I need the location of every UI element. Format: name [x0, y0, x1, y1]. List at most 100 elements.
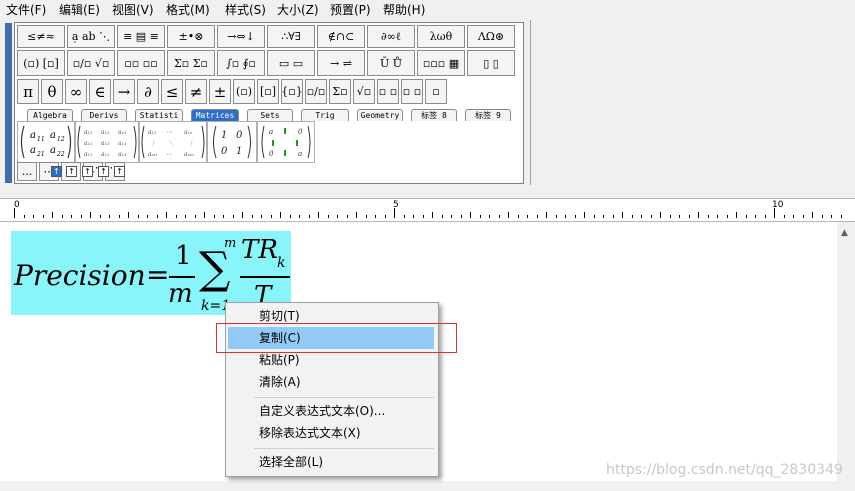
palette-sets-button[interactable]: ∉∩⊂ — [317, 25, 365, 48]
palette-products-button[interactable]: Ū Ů — [367, 50, 415, 76]
ruler-tick — [517, 215, 519, 218]
palette-operators-button[interactable]: ±•⊗ — [167, 25, 215, 48]
palette-relations-button[interactable]: ≤≠≈ — [17, 25, 65, 48]
ruler-tick — [156, 215, 158, 218]
svg-text:a: a — [50, 145, 56, 156]
template-diagonal-matrix[interactable]: a 0 0 a — [257, 121, 315, 163]
palette-arrow-button[interactable]: → — [113, 79, 135, 104]
tab-derivs[interactable]: Derivs — [81, 109, 127, 121]
palette-boxes-button[interactable]: ▯ ▯ — [467, 50, 515, 76]
scroll-up-icon[interactable]: ▲ — [841, 228, 848, 238]
menu-help[interactable]: 帮助(H) — [383, 3, 425, 17]
ruler-tick — [698, 212, 699, 218]
tab-label-9[interactable]: 标签 9 — [465, 109, 511, 121]
align-up-double-icon[interactable]: ↑ — [98, 166, 109, 177]
ruler-tick — [717, 215, 718, 218]
palette-fraction-button[interactable]: ▫/▫ — [305, 79, 327, 104]
palette-fences-button[interactable]: (▫) [▫] — [17, 50, 65, 76]
menu-preferences[interactable]: 预置(P) — [330, 3, 371, 17]
palette-brackets-button[interactable]: [▫] — [257, 79, 279, 104]
palette-subscript-button[interactable]: ▫ ▫ — [377, 79, 399, 104]
palette-braces-button[interactable]: {▫} — [281, 79, 303, 104]
svg-text:0: 0 — [298, 128, 303, 136]
palette-ellipsis-button[interactable]: ... — [17, 162, 37, 181]
formula-lhs: Precision — [14, 259, 146, 292]
template-identity-matrix[interactable]: 10 01 — [207, 121, 257, 163]
menu-item-remove-expression-text[interactable]: 移除表达式文本(X) — [226, 422, 438, 444]
palette-embellishments-button[interactable]: ≡ ▤ ≡ — [117, 25, 165, 48]
menu-item-clear[interactable]: 清除(A) — [226, 371, 438, 393]
palette-greek-upper-button[interactable]: ΛΩ⊛ — [467, 25, 515, 48]
palette-logic-button[interactable]: ∴∀∃ — [267, 25, 315, 48]
template-matrix-mxn[interactable]: a₁₁ ⋯ a₁ₙ ⋮ ⋱ ⋮ aₘ₁ ⋯ aₘₙ — [139, 121, 207, 163]
menu-view[interactable]: 视图(V) — [112, 3, 154, 17]
palette-integrals-button[interactable]: ∫▫ ∮▫ — [217, 50, 265, 76]
menu-item-select-all[interactable]: 选择全部(L) — [226, 451, 438, 473]
horizontal-scrollbar[interactable] — [0, 481, 855, 491]
tab-matrices[interactable]: Matrices — [191, 109, 239, 121]
palette-theta-button[interactable]: θ — [41, 79, 63, 104]
menu-size[interactable]: 大小(Z) — [277, 3, 319, 17]
palette-sum-button[interactable]: Σ▫ — [329, 79, 351, 104]
palette-misc-button[interactable]: ∂∞ℓ — [367, 25, 415, 48]
menu-style[interactable]: 样式(S) — [225, 3, 266, 17]
palette-superscript-button[interactable]: ▫ ▫ — [401, 79, 423, 104]
palette-spaces-button[interactable]: ạ ab ⋱ — [67, 25, 115, 48]
diagonal-matrix-icon: a 0 0 a — [261, 125, 311, 159]
palette-scripts-button[interactable]: ▫▫ ▫▫ — [117, 50, 165, 76]
palette-arrows-button[interactable]: →⇔↓ — [217, 25, 265, 48]
palette-element-of-button[interactable]: ∈ — [89, 79, 111, 104]
ruler-tick — [346, 215, 348, 218]
tab-sets[interactable]: Sets — [247, 109, 293, 121]
svg-text:a: a — [50, 130, 56, 141]
ruler-tick — [71, 215, 72, 218]
template-matrix-2x2[interactable]: a 11 a 12 a 21 a 22 — [17, 121, 75, 163]
palette-grip[interactable] — [0, 20, 14, 185]
vertical-scrollbar[interactable]: ▲ — [837, 222, 855, 481]
formula-equals: = — [146, 258, 170, 291]
ruler-tick — [793, 215, 794, 218]
palette-plusminus-button[interactable]: ± — [209, 79, 231, 104]
align-up-box-icon[interactable]: ↑ — [66, 166, 77, 177]
palette-parens-button[interactable]: (▫) — [233, 79, 255, 104]
palette-neq-button[interactable]: ≠ — [185, 79, 207, 104]
formula-frac-denominator: m — [168, 279, 193, 309]
ruler-tick — [118, 215, 120, 218]
tab-trig[interactable]: Trig — [301, 109, 349, 121]
palette-infinity-button[interactable]: ∞ — [65, 79, 87, 104]
palette-greek-lower-button[interactable]: λωθ — [417, 25, 465, 48]
align-up-base-icon[interactable]: ↑ — [114, 166, 125, 177]
palette-partial-button[interactable]: ∂ — [137, 79, 159, 104]
template-matrix-3x3[interactable]: a₁₁ a₁₂ a₁₃ a₁₁ a₁₂ a₁₃ a₁₁ a₁₂ a₁₃ — [75, 121, 139, 163]
palette-bars-button[interactable]: ▭ ▭ — [267, 50, 315, 76]
svg-text:a₁₃: a₁₃ — [118, 151, 127, 158]
tab-label-8[interactable]: 标签 8 — [411, 109, 457, 121]
palette-sums-button[interactable]: Σ▫ Σ▫ — [167, 50, 215, 76]
palette-matrix-button[interactable]: ▫▫▫ ▦ — [417, 50, 465, 76]
ruler-tick — [508, 212, 509, 218]
menu-file[interactable]: 文件(F) — [6, 3, 46, 17]
formula-frac-numerator: 1 — [175, 241, 192, 271]
svg-text:a₁₃: a₁₃ — [118, 140, 127, 147]
ruler-tick — [337, 215, 338, 218]
tab-statistics[interactable]: Statisti — [135, 109, 183, 121]
palette-leq-button[interactable]: ≤ — [161, 79, 183, 104]
palette-pi-button[interactable]: π — [17, 79, 39, 104]
align-up-line-icon[interactable]: ↑ — [82, 166, 93, 177]
ruler-tick — [308, 215, 310, 218]
align-up-icon[interactable]: ↑ — [51, 166, 62, 177]
palette-labeled-arrows-button[interactable]: → ⇌ — [317, 50, 365, 76]
tab-algebra[interactable]: Algebra — [27, 109, 73, 121]
menu-item-custom-expression-text[interactable]: 自定义表达式文本(O)... — [226, 400, 438, 422]
palette-box-button[interactable]: ▫ — [425, 79, 447, 104]
palette-fractions-button[interactable]: ▫/▫ √▫ — [67, 50, 115, 76]
ruler-tick — [650, 215, 652, 218]
ruler-tick — [527, 215, 528, 218]
menu-edit[interactable]: 编辑(E) — [59, 3, 100, 17]
ruler-tick — [479, 215, 481, 218]
tab-geometry[interactable]: Geometry — [357, 109, 403, 121]
menu-format[interactable]: 格式(M) — [166, 3, 210, 17]
ruler-tick — [555, 215, 557, 218]
ruler-tick — [147, 215, 148, 218]
palette-sqrt-button[interactable]: √▫ — [353, 79, 375, 104]
